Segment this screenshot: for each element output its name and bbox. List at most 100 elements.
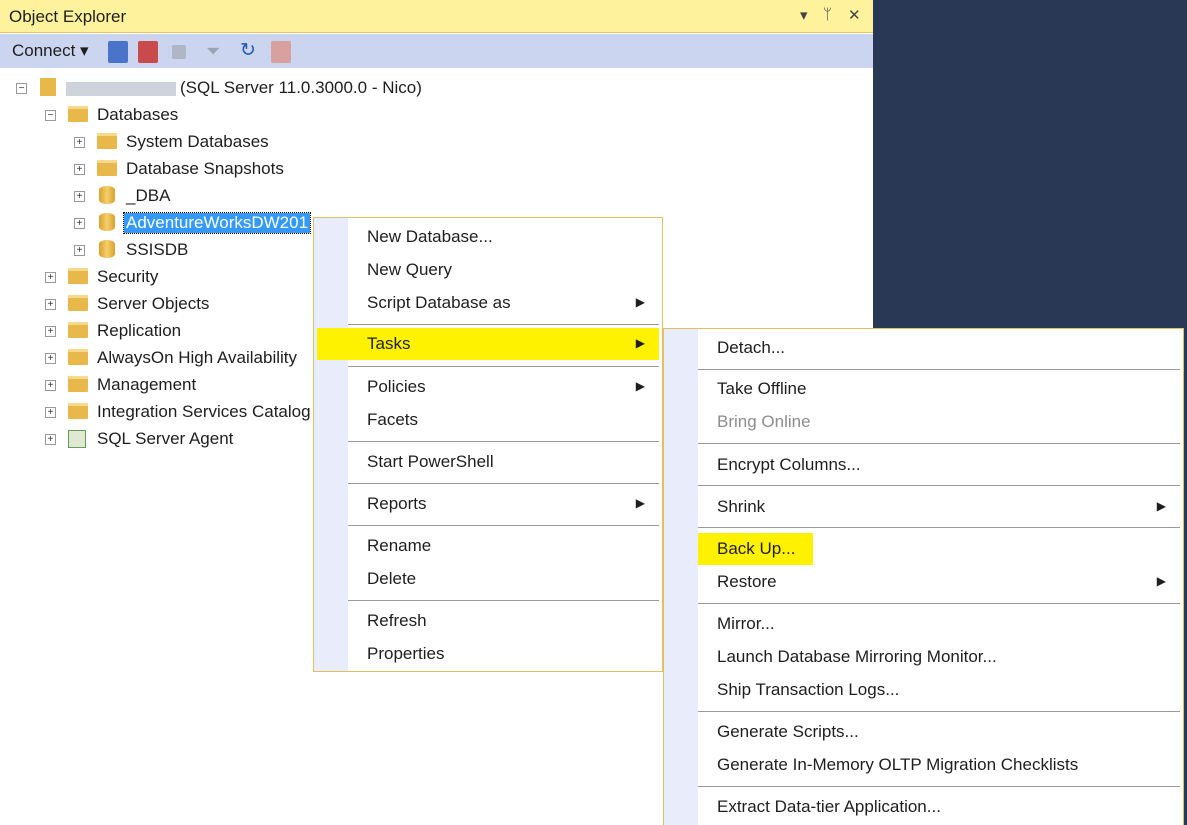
expand-icon[interactable]: + xyxy=(74,191,85,202)
menu-item-mirror[interactable]: Mirror... xyxy=(667,608,1180,640)
menu-item-start-powershell[interactable]: Start PowerShell xyxy=(317,446,659,478)
tree-node-replication[interactable]: + Replication xyxy=(0,319,300,343)
submenu-arrow-icon: ▶ xyxy=(1156,574,1166,588)
connect-object-explorer-icon[interactable] xyxy=(108,41,128,63)
expand-icon[interactable]: + xyxy=(74,137,85,148)
pin-icon[interactable]: ᛘ xyxy=(823,6,832,23)
database-icon xyxy=(99,240,115,258)
folder-icon xyxy=(68,295,88,311)
refresh-icon[interactable]: ↻ xyxy=(240,39,256,61)
menu-item-rename[interactable]: Rename xyxy=(317,530,659,562)
menu-separator xyxy=(698,485,1180,486)
folder-icon xyxy=(68,349,88,365)
menu-item-take-offline[interactable]: Take Offline xyxy=(667,373,1180,405)
folder-icon xyxy=(68,322,88,338)
tree-node-server[interactable]: − (SQL Server 11.0.3000.0 - Nico) xyxy=(0,76,500,100)
expand-icon[interactable]: + xyxy=(74,245,85,256)
tree-node-ssisdb[interactable]: + SSISDB xyxy=(0,238,300,262)
tree-node-integration-services[interactable]: + Integration Services Catalog xyxy=(0,400,312,424)
menu-item-bring-online[interactable]: Bring Online xyxy=(667,406,1180,438)
menu-item-generate-scripts[interactable]: Generate Scripts... xyxy=(667,716,1180,748)
dropdown-icon[interactable]: ▾ xyxy=(800,6,808,24)
menu-separator xyxy=(698,603,1180,604)
expand-icon[interactable]: + xyxy=(45,353,56,364)
menu-item-shrink[interactable]: Shrink ▶ xyxy=(667,491,1180,523)
server-icon xyxy=(40,78,56,96)
close-icon[interactable]: ✕ xyxy=(848,6,861,24)
tree-node-sql-server-agent[interactable]: + SQL Server Agent xyxy=(0,427,300,451)
menu-item-detach[interactable]: Detach... xyxy=(667,332,1180,364)
menu-item-tasks[interactable]: Tasks ▶ xyxy=(317,328,659,360)
adventureworks-label: AdventureWorksDW201 xyxy=(122,212,312,234)
submenu-arrow-icon: ▶ xyxy=(635,295,645,309)
folder-icon xyxy=(68,376,88,392)
integration-services-label: Integration Services Catalog xyxy=(97,402,311,421)
collapse-icon[interactable]: − xyxy=(16,83,27,94)
menu-separator xyxy=(698,786,1180,787)
menu-separator xyxy=(348,525,659,526)
tree-node-adventureworks[interactable]: + AdventureWorksDW201 xyxy=(0,211,330,235)
filter-icon[interactable]: ⏷ xyxy=(206,41,220,63)
menu-item-properties[interactable]: Properties xyxy=(317,638,659,670)
menu-item-extract-data-tier-application[interactable]: Extract Data-tier Application... xyxy=(667,791,1180,823)
menu-item-delete[interactable]: Delete xyxy=(317,563,659,595)
server-label: (SQL Server 11.0.3000.0 - Nico) xyxy=(180,78,422,97)
menu-separator xyxy=(348,483,659,484)
ssisdb-label: SSISDB xyxy=(126,240,189,259)
database-icon xyxy=(99,213,115,231)
expand-icon[interactable]: + xyxy=(74,164,85,175)
disconnect-icon[interactable] xyxy=(138,41,158,63)
menu-item-policies[interactable]: Policies ▶ xyxy=(317,371,659,403)
folder-icon xyxy=(68,106,88,122)
menu-item-launch-mirroring-monitor[interactable]: Launch Database Mirroring Monitor... xyxy=(667,641,1180,673)
tasks-submenu: Detach... Take Offline Bring Online Encr… xyxy=(663,328,1184,825)
menu-item-refresh[interactable]: Refresh xyxy=(317,605,659,637)
database-icon xyxy=(99,186,115,204)
tree-node-database-snapshots[interactable]: + Database Snapshots xyxy=(0,157,300,181)
sql-agent-icon xyxy=(68,430,86,448)
redacted-server-name xyxy=(66,81,176,96)
menu-item-new-database[interactable]: New Database... xyxy=(317,221,659,253)
database-snapshots-label: Database Snapshots xyxy=(126,159,284,178)
expand-icon[interactable]: + xyxy=(45,380,56,391)
menu-item-reports[interactable]: Reports ▶ xyxy=(317,488,659,520)
dba-label: _DBA xyxy=(126,186,171,205)
menu-item-generate-inmemory-checklists[interactable]: Generate In-Memory OLTP Migration Checkl… xyxy=(667,749,1180,781)
expand-icon[interactable]: + xyxy=(45,326,56,337)
menu-item-back-up[interactable]: Back Up... xyxy=(698,533,813,565)
menu-item-new-query[interactable]: New Query xyxy=(317,254,659,286)
menu-item-script-database-as[interactable]: Script Database as ▶ xyxy=(317,287,659,319)
alwayson-label: AlwaysOn High Availability xyxy=(97,348,297,367)
tree-node-system-databases[interactable]: + System Databases xyxy=(0,130,300,154)
menu-item-facets[interactable]: Facets xyxy=(317,404,659,436)
security-label: Security xyxy=(97,267,159,286)
tree-node-dba[interactable]: + _DBA xyxy=(0,184,300,208)
menu-separator xyxy=(348,324,659,325)
menu-item-restore[interactable]: Restore ▶ xyxy=(667,566,1180,598)
folder-icon xyxy=(97,160,117,176)
menu-separator xyxy=(698,527,1180,528)
stop-icon[interactable] xyxy=(172,45,186,59)
tree-node-databases[interactable]: − Databases xyxy=(0,103,300,127)
tree-node-security[interactable]: + Security xyxy=(0,265,300,289)
tree-node-alwayson[interactable]: + AlwaysOn High Availability xyxy=(0,346,312,370)
tree-node-management[interactable]: + Management xyxy=(0,373,300,397)
menu-item-encrypt-columns[interactable]: Encrypt Columns... xyxy=(667,449,1180,481)
panel-title: Object Explorer xyxy=(9,7,127,26)
expand-icon[interactable]: + xyxy=(45,299,56,310)
system-databases-label: System Databases xyxy=(126,132,269,151)
menu-item-ship-transaction-logs[interactable]: Ship Transaction Logs... xyxy=(667,674,1180,706)
menu-separator xyxy=(698,443,1180,444)
submenu-arrow-icon: ▶ xyxy=(635,336,645,350)
collapse-icon[interactable]: − xyxy=(45,110,56,121)
expand-icon[interactable]: + xyxy=(45,434,56,445)
expand-icon[interactable]: + xyxy=(45,272,56,283)
submenu-arrow-icon: ▶ xyxy=(1156,499,1166,513)
folder-icon xyxy=(68,403,88,419)
connect-button[interactable]: Connect ▾ xyxy=(12,41,89,63)
expand-icon[interactable]: + xyxy=(45,407,56,418)
tree-node-server-objects[interactable]: + Server Objects xyxy=(0,292,300,316)
management-label: Management xyxy=(97,375,197,394)
activity-monitor-icon[interactable] xyxy=(271,41,291,63)
expand-icon[interactable]: + xyxy=(74,218,85,229)
